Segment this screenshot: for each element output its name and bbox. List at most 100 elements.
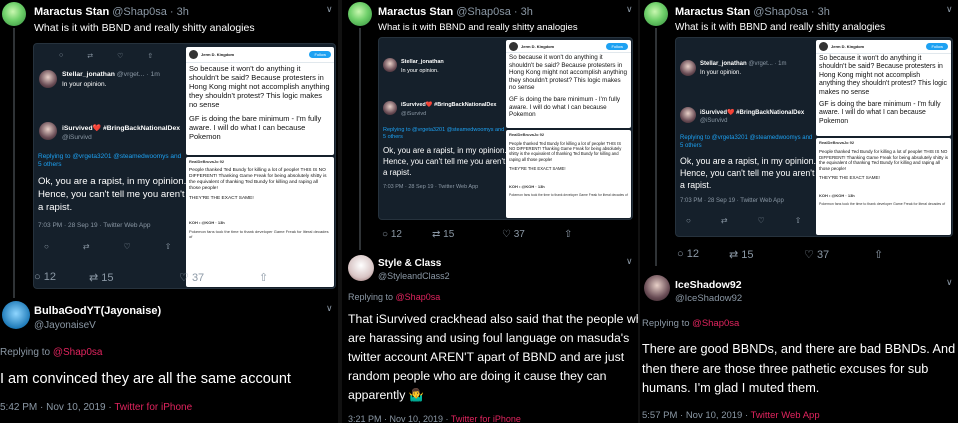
like-icon[interactable]: ♡ [179, 271, 189, 284]
replying-to: Replying to @Shap0sa [0, 347, 103, 358]
reply-handle: @StyleandClass2 [378, 271, 450, 281]
reply-timestamp: 3:21 PM · Nov 10, 2019 · Twitter for iPh… [348, 414, 521, 423]
embed-replying: Replying to @vrgeta3201 @steamedwoomys a… [383, 127, 505, 140]
avatar [39, 70, 57, 88]
embed-main-text: Ok, you are a rapist, in my opinion. Henc… [680, 156, 816, 190]
reply-icon[interactable]: ○ [59, 52, 63, 60]
avatar [189, 50, 198, 59]
tweet-action-bar: ○ 12 ⇄ 15 ♡ 37 ⇧ [34, 271, 269, 284]
embedded-screenshot[interactable]: Stellar_jonathan @vrget... · 1m In your … [675, 37, 953, 237]
thread-line [359, 28, 361, 250]
avatar[interactable] [348, 2, 372, 26]
chevron-down-icon[interactable]: ∨ [946, 277, 953, 288]
chevron-down-icon[interactable]: ∨ [626, 256, 633, 267]
reply-icon[interactable]: ○ [677, 248, 684, 260]
author-name[interactable]: Maractus Stan @Shap0sa · 3h [675, 6, 830, 18]
embed-user2-handle: @iSurvivd [401, 111, 427, 117]
reply-text: I am convinced they are all the same acc… [0, 371, 291, 387]
avatar [383, 58, 397, 72]
embed-user1-name: Stellar_jonathan @vrget... · 1m [700, 61, 787, 67]
retweet-icon[interactable]: ⇄ [87, 52, 93, 60]
share-icon[interactable]: ⇧ [165, 242, 172, 251]
reply-timestamp: 5:42 PM · Nov 10, 2019 · Twitter for iPh… [0, 402, 193, 413]
reply-handle: @IceShadow92 [675, 293, 743, 304]
reply-author-name[interactable]: BulbaGodYT(Jayonaise) [34, 305, 161, 317]
thread-line [13, 28, 15, 298]
embed-user1-text: In your opinion. [401, 68, 439, 74]
retweet-icon[interactable]: ⇄ [432, 229, 440, 240]
reply-icon[interactable]: ○ [34, 271, 41, 283]
replying-to: Replying to @Shap0sa [348, 292, 441, 302]
reply-author-name[interactable]: Style & Class [378, 258, 441, 269]
embed-replying: Replying to @vrgeta3201 @steamedwoomys a… [38, 153, 182, 168]
author-name[interactable]: Maractus Stan @Shap0sa · 3h [34, 6, 189, 18]
retweet-icon[interactable]: ⇄ [89, 271, 98, 284]
follow-button[interactable]: Follow [926, 43, 948, 50]
chevron-down-icon[interactable]: ∨ [626, 4, 633, 15]
embedded-screenshot[interactable]: ○ ⇄ ♡ ⇧ Stellar_jonathan @vrget... · 1m … [33, 43, 336, 289]
share-icon[interactable]: ⇧ [795, 216, 802, 225]
embed-main-text: Ok, you are a rapist, in my opinion. Henc… [383, 146, 507, 177]
share-icon[interactable]: ⇧ [874, 248, 883, 261]
thread-line [655, 28, 657, 266]
avatar [680, 107, 696, 123]
follow-button[interactable]: Follow [309, 51, 331, 58]
reply-icon[interactable]: ○ [686, 216, 691, 225]
follow-button[interactable]: Follow [606, 42, 628, 50]
screenshot-panel-3: Maractus Stan @Shap0sa · 3h ∨ What is it… [640, 0, 958, 423]
reply-handle: @JayonaiseV [34, 320, 96, 331]
share-icon[interactable]: ⇧ [259, 271, 268, 284]
embed-user2-handle: @iSurvivd [700, 118, 728, 124]
embed-action-bar: ○ ⇄ ♡ ⇧ [44, 242, 171, 251]
embed-main-text: Ok, you are a rapist, in my opinion. Henc… [38, 176, 187, 213]
reply-icon[interactable]: ○ [44, 242, 49, 251]
avatar [680, 60, 696, 76]
avatar [819, 42, 828, 51]
like-icon[interactable]: ♡ [117, 52, 123, 60]
avatar [509, 41, 518, 51]
embed-user1-name: Stellar_jonathan @vrget... · 1m [62, 71, 160, 78]
like-icon[interactable]: ♡ [502, 229, 511, 240]
avatar [39, 122, 57, 140]
avatar[interactable] [644, 275, 670, 301]
quoted-card-b: RealDeBruvaJo 92 People thanked Ted Bund… [186, 157, 334, 287]
tweet-text: What is it with BBND and really shitty a… [378, 22, 578, 33]
quoted-card-a: Jerm D. Kingdom Follow So because it won'… [506, 40, 631, 128]
reply-text: There are good BBNDs, and there are bad … [642, 342, 956, 395]
screenshot-panel-2: Maractus Stan @Shap0sa · 3h ∨ What is it… [342, 0, 638, 423]
avatar[interactable] [348, 255, 374, 281]
reply-author-name[interactable]: IceShadow92 [675, 279, 742, 291]
retweet-icon[interactable]: ⇄ [83, 242, 90, 251]
share-icon[interactable]: ⇧ [564, 229, 572, 240]
embed-meta: 7:03 PM · 28 Sep 19 · Twitter Web App [680, 198, 784, 204]
avatar[interactable] [644, 2, 668, 26]
quoted-card-a: Jerm D. Kingdom Follow So because it won'… [186, 47, 334, 155]
embedded-screenshot[interactable]: Stellar_jonathan In your opinion. iSurvi… [378, 37, 633, 220]
quoted-card-b: RealDeBruvaJo 92 People thanked Ted Bund… [506, 130, 631, 218]
like-icon[interactable]: ♡ [804, 248, 814, 261]
quoted-card-b: RealDeBruvaJo 92 People thanked Ted Bund… [816, 138, 951, 235]
avatar[interactable] [2, 2, 26, 26]
reply-icon[interactable]: ○ [382, 229, 388, 240]
embed-action-bar: ○ ⇄ ♡ ⇧ [686, 216, 801, 225]
chevron-down-icon[interactable]: ∨ [326, 303, 333, 314]
screenshot-panel-1: Maractus Stan @Shap0sa · 3h ∨ What is it… [0, 0, 338, 423]
embed-user1-text: In your opinion. [62, 81, 107, 88]
embed-user2-handle: @iSurvivd [62, 134, 92, 141]
replying-to: Replying to @Shap0sa [642, 318, 740, 329]
retweet-icon[interactable]: ⇄ [721, 216, 728, 225]
like-icon[interactable]: ♡ [124, 242, 131, 251]
tweet-text: What is it with BBND and really shitty a… [675, 22, 886, 33]
tweet-action-bar: ○ 12 ⇄ 15 ♡ 37 ⇧ [677, 248, 884, 261]
quoted-card-a: Jerm D. Kingdom Follow So because it won'… [816, 40, 951, 136]
author-name[interactable]: Maractus Stan @Shap0sa · 3h [378, 6, 533, 18]
chevron-down-icon[interactable]: ∨ [326, 4, 333, 15]
chevron-down-icon[interactable]: ∨ [946, 4, 953, 15]
embed-user1-name: Stellar_jonathan [401, 59, 444, 65]
embed-user1-text: In your opinion. [700, 70, 742, 76]
retweet-icon[interactable]: ⇄ [729, 248, 738, 261]
share-icon[interactable]: ⇧ [147, 52, 153, 60]
embed-meta: 7:03 PM · 28 Sep 19 · Twitter Web App [38, 222, 151, 229]
like-icon[interactable]: ♡ [758, 216, 765, 225]
avatar[interactable] [2, 301, 30, 329]
